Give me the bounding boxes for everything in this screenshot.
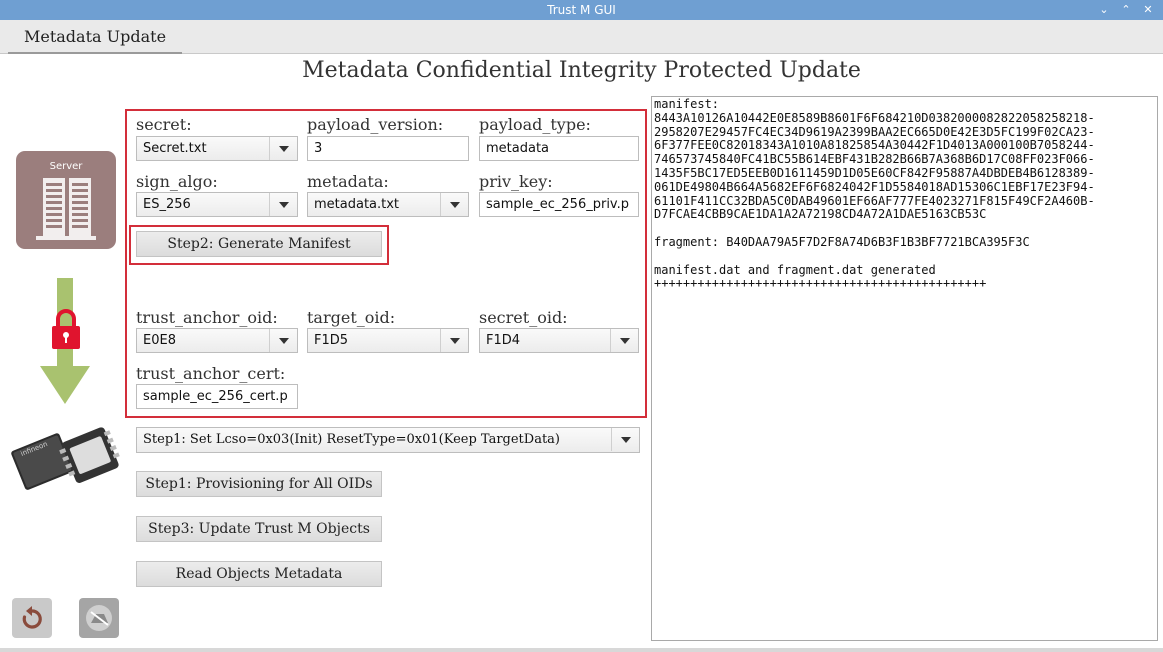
provisioning-button[interactable]: Step1: Provisioning for All OIDs	[136, 471, 382, 497]
window-bottom-edge	[0, 648, 1163, 652]
secret-label: secret:	[136, 115, 192, 134]
sign-algo-select-value: ES_256	[143, 197, 191, 212]
priv-key-label: priv_key:	[479, 172, 553, 191]
chevron-down-icon	[269, 329, 297, 352]
chevron-down-icon	[611, 428, 639, 451]
metadata-label: metadata:	[307, 172, 389, 191]
undo-icon	[22, 606, 42, 629]
chevron-down-icon	[440, 193, 468, 216]
tab-metadata-update[interactable]: Metadata Update	[8, 22, 182, 54]
tab-bar: Metadata Update	[0, 20, 1163, 54]
sign-algo-select[interactable]: ES_256	[136, 192, 298, 217]
output-line: 8443A10126A10442E0E8589B8601F6F684210D03…	[654, 110, 1095, 125]
metadata-select[interactable]: metadata.txt	[307, 192, 469, 217]
payload-type-input[interactable]: metadata	[479, 136, 639, 161]
output-line: 61101F411CC32BDA5C0DAB49601EF66AF777FE40…	[654, 193, 1095, 208]
secret-select-value: Secret.txt	[143, 141, 207, 156]
output-line: 746573745840FC41BC55B614EBF431B282B66B7A…	[654, 152, 1095, 167]
output-line: 1435F5BC17ED5EEB0D1611459D1D05E60CF842F9…	[654, 165, 1095, 180]
sign-algo-label: sign_algo:	[136, 172, 218, 191]
trust-anchor-cert-input[interactable]: sample_ec_256_cert.p	[136, 384, 298, 409]
secret-oid-select[interactable]: F1D4	[479, 328, 639, 353]
generate-manifest-button[interactable]: Step2: Generate Manifest	[136, 231, 382, 257]
close-icon[interactable]: ✕	[1143, 0, 1153, 20]
exit-icon	[86, 605, 112, 631]
maximize-icon[interactable]: ⌃	[1121, 0, 1131, 20]
minimize-icon[interactable]: ⌄	[1099, 0, 1109, 20]
target-oid-value: F1D5	[314, 333, 349, 348]
output-console[interactable]: manifest: 8443A10126A10442E0E8589B8601F6F…	[651, 96, 1158, 641]
output-lines: manifest: 8443A10126A10442E0E8589B8601F6F…	[654, 97, 1155, 291]
payload-version-input[interactable]: 3	[307, 136, 469, 161]
output-line: manifest:	[654, 97, 720, 111]
trust-anchor-oid-select[interactable]: E0E8	[136, 328, 298, 353]
priv-key-input[interactable]: sample_ec_256_priv.p	[479, 192, 639, 217]
output-line: 061DE49804B664A5682EF6F6824042F1D5584018…	[654, 179, 1095, 194]
output-line: 2958207E29457FC4EC34D9619A2399BAA2EC665D…	[654, 124, 1095, 139]
trust-anchor-oid-label: trust_anchor_oid:	[136, 308, 278, 327]
server-icon: Server	[16, 151, 116, 249]
output-line: D7FCAE4CBB9CAE1DA1A2A72198CD4A72A1DAE516…	[654, 207, 987, 222]
payload-version-label: payload_version:	[307, 115, 444, 134]
page-title: Metadata Confidential Integrity Protecte…	[302, 58, 861, 83]
secret-oid-value: F1D4	[486, 333, 521, 348]
read-metadata-button[interactable]: Read Objects Metadata	[136, 561, 382, 587]
lcso-reset-select[interactable]: Step1: Set Lcso=0x03(Init) ResetType=0x0…	[136, 427, 640, 453]
target-oid-label: target_oid:	[307, 308, 396, 327]
output-line: manifest.dat and fragment.dat generated	[654, 262, 936, 277]
window-titlebar: Trust M GUI	[0, 0, 1163, 20]
chevron-down-icon	[610, 329, 638, 352]
metadata-select-value: metadata.txt	[314, 197, 400, 212]
output-line: ++++++++++++++++++++++++++++++++++++++++…	[654, 276, 987, 291]
window-controls: ⌄ ⌃ ✕	[1099, 0, 1153, 20]
exit-button[interactable]	[79, 598, 119, 638]
update-objects-button[interactable]: Step3: Update Trust M Objects	[136, 516, 382, 542]
back-button[interactable]	[12, 598, 52, 638]
chevron-down-icon	[440, 329, 468, 352]
payload-type-label: payload_type:	[479, 115, 591, 134]
lock-icon	[50, 308, 82, 350]
trust-anchor-cert-label: trust_anchor_cert:	[136, 364, 286, 383]
chevron-down-icon	[269, 193, 297, 216]
trust-anchor-oid-value: E0E8	[143, 333, 176, 348]
output-line: fragment: B40DAA79A5F7D2F8A74D6B3F1B3BF7…	[654, 234, 1030, 249]
chip-icon: infineon	[6, 423, 124, 491]
secret-select[interactable]: Secret.txt	[136, 136, 298, 161]
chevron-down-icon	[269, 137, 297, 160]
output-line: 6F377FEE0C82018343A1010A81825854A30442F1…	[654, 138, 1095, 153]
lcso-reset-select-value: Step1: Set Lcso=0x03(Init) ResetType=0x0…	[143, 432, 560, 447]
target-oid-select[interactable]: F1D5	[307, 328, 469, 353]
secret-oid-label: secret_oid:	[479, 308, 568, 327]
window-title: Trust M GUI	[547, 3, 616, 17]
